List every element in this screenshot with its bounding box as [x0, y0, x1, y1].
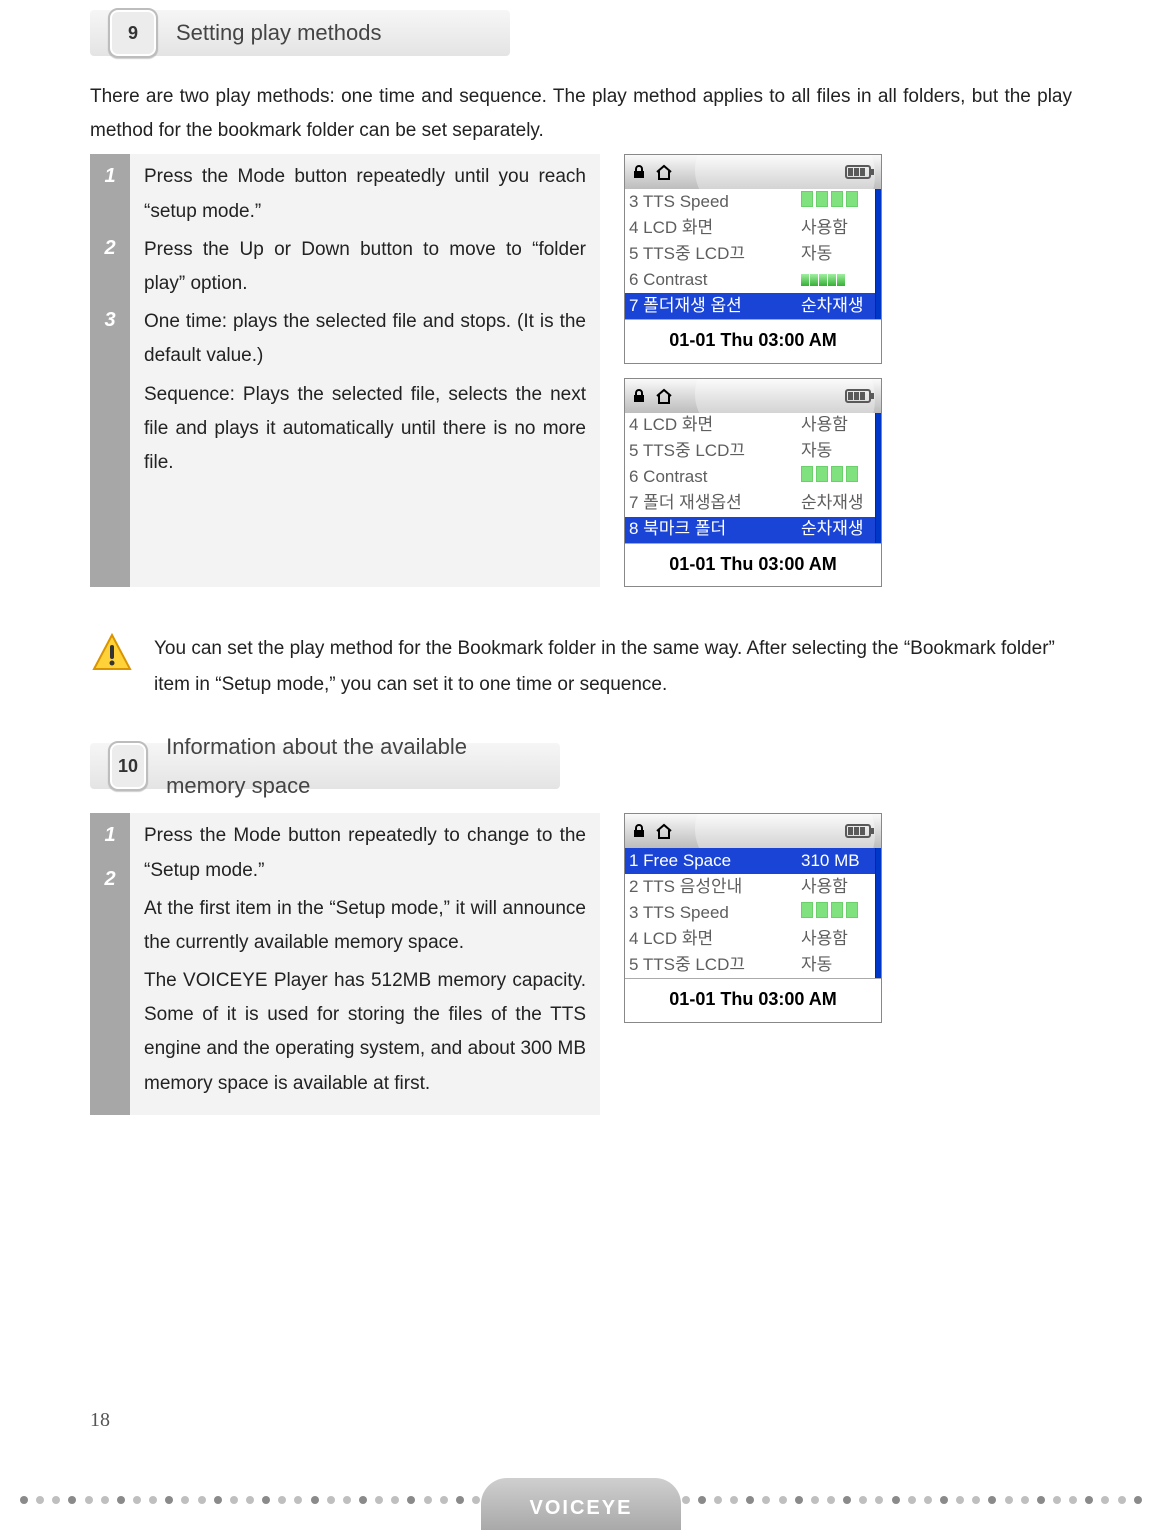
lock-icon	[631, 388, 647, 404]
section-header-9: 9 Setting play methods	[90, 10, 1072, 56]
step-text: Press the Mode button repeatedly until y…	[144, 160, 586, 228]
battery-icon	[845, 165, 875, 179]
brand-name: VOICEYE	[530, 1490, 633, 1526]
menu-row: 5 TTS중 LCD끄자동	[625, 439, 875, 465]
step-image-column: 3 TTS Speed 4 LCD 화면사용함 5 TTS중 LCD끄자동 6 …	[600, 154, 1072, 587]
menu-row: 5 TTS중 LCD끄자동	[625, 241, 875, 267]
step-text: At the first item in the “Setup mode,” i…	[144, 892, 586, 960]
section-title-band: 9 Setting play methods	[90, 10, 510, 56]
step-number: 3	[90, 298, 130, 522]
device-status-bar	[625, 814, 881, 848]
info-note: You can set the play method for the Book…	[90, 631, 1072, 703]
step-number-column: 1 2	[90, 813, 130, 1115]
step-number: 2	[90, 226, 130, 298]
section-header-10: 10 Information about the available memor…	[90, 743, 1072, 789]
lock-icon	[631, 164, 647, 180]
device-scrollbar	[875, 848, 881, 978]
menu-row-selected: 7 폴더재생 옵션순차재생	[625, 293, 875, 319]
step-text: Sequence: Plays the selected file, selec…	[144, 378, 586, 481]
section-title: Setting play methods	[176, 13, 381, 53]
device-status-bar	[625, 379, 881, 413]
section-number-badge: 9	[108, 8, 158, 58]
page-footer: VOICEYE	[0, 1470, 1162, 1530]
device-screenshot-c: 1 Free Space310 MB 2 TTS 음성안내사용함 3 TTS S…	[624, 813, 882, 1022]
menu-row-selected: 8 북마크 폴더순차재생	[625, 517, 875, 543]
step-text: The VOICEYE Player has 512MB memory capa…	[144, 964, 586, 1101]
step-image-column: 1 Free Space310 MB 2 TTS 음성안내사용함 3 TTS S…	[600, 813, 1072, 1115]
home-icon	[655, 164, 673, 180]
device-status-bar	[625, 155, 881, 189]
device-screenshot-b: 4 LCD 화면사용함 5 TTS중 LCD끄자동 6 Contrast 7 폴…	[624, 378, 882, 587]
battery-icon	[845, 824, 875, 838]
step-text: Press the Mode button repeatedly to chan…	[144, 819, 586, 887]
warning-icon	[90, 631, 134, 675]
menu-row: 4 LCD 화면사용함	[625, 413, 875, 439]
menu-row: 6 Contrast	[625, 465, 875, 491]
device-clock: 01-01 Thu 03:00 AM	[625, 978, 881, 1021]
step-number: 1	[90, 813, 130, 857]
section-10-steps: 1 2 Press the Mode button repeatedly to …	[90, 813, 1072, 1115]
home-icon	[655, 388, 673, 404]
step-number-column: 1 2 3	[90, 154, 130, 587]
step-text-column: Press the Mode button repeatedly until y…	[130, 154, 600, 587]
brand-tab: VOICEYE	[481, 1478, 681, 1530]
device-scrollbar	[875, 413, 881, 543]
menu-row: 4 LCD 화면사용함	[625, 926, 875, 952]
section-9-steps: 1 2 3 Press the Mode button repeatedly u…	[90, 154, 1072, 587]
menu-row: 3 TTS Speed	[625, 900, 875, 926]
device-clock: 01-01 Thu 03:00 AM	[625, 543, 881, 586]
device-screenshot-a: 3 TTS Speed 4 LCD 화면사용함 5 TTS중 LCD끄자동 6 …	[624, 154, 882, 363]
section-title: Information about the available memory s…	[166, 727, 520, 806]
step-text-column: Press the Mode button repeatedly to chan…	[130, 813, 600, 1115]
menu-row-selected: 1 Free Space310 MB	[625, 848, 875, 874]
note-text: You can set the play method for the Book…	[154, 631, 1072, 703]
device-clock: 01-01 Thu 03:00 AM	[625, 319, 881, 362]
section-9-intro: There are two play methods: one time and…	[90, 80, 1072, 148]
step-number: 2	[90, 857, 130, 1091]
battery-icon	[845, 389, 875, 403]
menu-row: 4 LCD 화면사용함	[625, 215, 875, 241]
section-number-badge: 10	[108, 741, 148, 791]
menu-row: 6 Contrast	[625, 267, 875, 293]
menu-row: 3 TTS Speed	[625, 189, 875, 215]
step-text: Press the Up or Down button to move to “…	[144, 233, 586, 301]
menu-row: 2 TTS 음성안내사용함	[625, 874, 875, 900]
menu-row: 7 폴더 재생옵션순차재생	[625, 491, 875, 517]
step-number: 1	[90, 154, 130, 226]
menu-row: 5 TTS중 LCD끄자동	[625, 952, 875, 978]
home-icon	[655, 823, 673, 839]
page-number: 18	[90, 1402, 110, 1438]
step-text: One time: plays the selected file and st…	[144, 305, 586, 373]
device-scrollbar	[875, 189, 881, 319]
lock-icon	[631, 823, 647, 839]
section-title-band: 10 Information about the available memor…	[90, 743, 560, 789]
